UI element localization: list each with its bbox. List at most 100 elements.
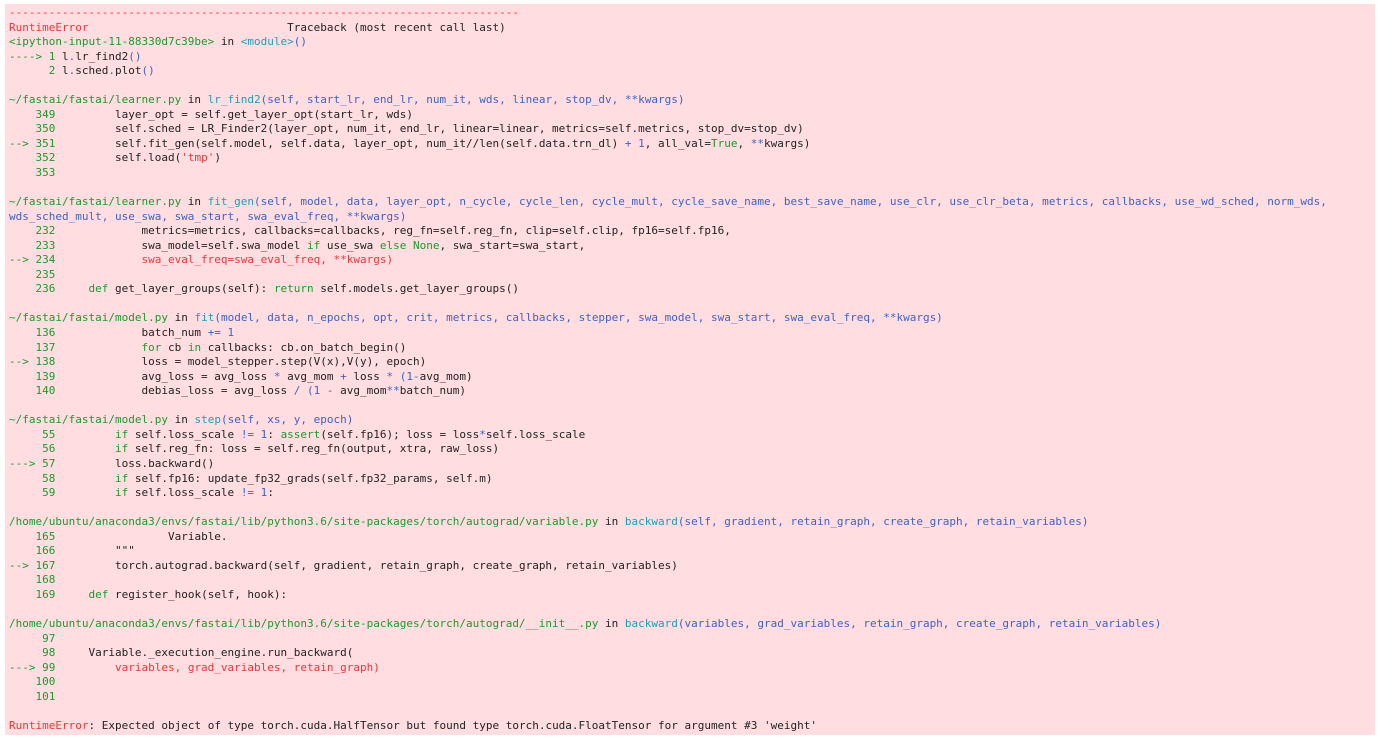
code-token: if (307, 238, 321, 252)
code-token: avg_mom) (419, 369, 473, 383)
code-token: backward (624, 515, 678, 529)
code-token: != 1 (240, 486, 268, 500)
code-token: plot (114, 64, 142, 78)
code-token: <ipython-input-11-88330d7c39be> (9, 35, 215, 49)
code-token: metrics=metrics, callbacks=callbacks, re… (141, 224, 731, 238)
code-token: in (167, 311, 195, 325)
code-token: , (737, 136, 751, 150)
code-token: RuntimeError (9, 20, 89, 34)
code-token: fit (194, 311, 215, 325)
code-token: return (273, 282, 314, 296)
code-token: (model, data, n_epochs, opt, crit, metri… (214, 311, 943, 325)
code-token: * (479, 427, 486, 441)
code-token: sched (75, 64, 109, 78)
traceback-line: --> 234 swa_eval_freq=swa_eval_freq, **k… (9, 253, 1375, 268)
code-token: in (187, 340, 202, 354)
traceback-output: ----------------------------------------… (5, 4, 1375, 735)
code-token: avg_mom (280, 369, 341, 383)
traceback-line (9, 399, 1375, 414)
code-token: (self, xs, y, epoch) (220, 413, 354, 427)
code-token: torch.autograd.backward(self, gradient, … (114, 558, 678, 572)
code-token: ** (750, 136, 765, 150)
code-token: 232 (9, 224, 142, 238)
code-token: != 1 (240, 427, 268, 441)
traceback-line: 353 (9, 166, 1375, 181)
code-token: 100 (9, 675, 56, 689)
traceback-line: 100 (9, 675, 1375, 690)
code-token: for (141, 340, 162, 354)
code-token: lr_find2 (207, 93, 261, 107)
code-token: kwargs) (764, 136, 811, 150)
traceback-line: 56 if self.reg_fn: loss = self.reg_fn(ou… (9, 442, 1375, 457)
code-token: self.load( (114, 151, 182, 165)
traceback-line: ----> 1 l.lr_find2() (9, 50, 1375, 65)
traceback-line (9, 602, 1375, 617)
code-token: RuntimeError (9, 718, 89, 732)
code-token: 136 (9, 326, 142, 340)
code-token: += 1 (207, 326, 235, 340)
traceback-line: 2 l.sched.plot() (9, 64, 1375, 79)
code-token: step (194, 413, 221, 427)
code-token: ~/fastai/fastai/model.py (9, 311, 168, 325)
code-token: """ (114, 544, 135, 558)
traceback-line: 232 metrics=metrics, callbacks=callbacks… (9, 224, 1375, 239)
code-token: get_layer_groups(self): (108, 282, 274, 296)
code-token: debias_loss = avg_loss (141, 384, 294, 398)
traceback-line: --> 138 loss = model_stepper.step(V(x),V… (9, 355, 1375, 370)
traceback-line: ~/fastai/fastai/model.py in step(self, x… (9, 413, 1375, 428)
code-token: lr_find2 (75, 49, 129, 63)
traceback-line: 137 for cb in callbacks: cb.on_batch_beg… (9, 341, 1375, 356)
code-token: loss.backward() (114, 456, 215, 470)
traceback-line: 350 self.sched = LR_Finder2(layer_opt, n… (9, 122, 1375, 137)
traceback-line: 236 def get_layer_groups(self): return s… (9, 282, 1375, 297)
code-token: ~/fastai/fastai/learner.py (9, 195, 182, 209)
traceback-line: 59 if self.loss_scale != 1: (9, 486, 1375, 501)
code-token: swa_model=self.swa_model (141, 238, 308, 252)
code-token: in (214, 35, 241, 49)
traceback-line: <ipython-input-11-88330d7c39be> in <modu… (9, 35, 1375, 50)
traceback-line (9, 501, 1375, 516)
code-token: ) (214, 151, 221, 165)
code-token: 97 (9, 631, 56, 645)
code-token: : (267, 427, 281, 441)
code-token: def (88, 282, 109, 296)
traceback-line: 349 layer_opt = self.get_layer_opt(start… (9, 108, 1375, 123)
code-token: in (181, 195, 208, 209)
code-token: Variable._execution_engine.run_backward( (88, 646, 354, 660)
code-token: (1- (399, 369, 420, 383)
code-token: in (598, 515, 625, 529)
code-token: : (267, 486, 274, 500)
code-token: /home/ubuntu/anaconda3/envs/fastai/lib/p… (9, 616, 599, 630)
code-token: (self, start_lr, end_lr, num_it, wds, li… (260, 93, 685, 107)
code-token: ----------------------------------------… (9, 6, 519, 19)
traceback-line: /home/ubuntu/anaconda3/envs/fastai/lib/p… (9, 515, 1375, 530)
code-token: (self.fp16); loss = loss (320, 427, 480, 441)
code-token: 59 (9, 486, 115, 500)
traceback-line: ---> 99 variables, grad_variables, retai… (9, 661, 1375, 676)
code-token: 169 (9, 587, 89, 601)
code-token: 349 (9, 107, 115, 121)
code-token: register_hook(self, hook): (108, 587, 288, 601)
code-token: ---> 99 (9, 660, 115, 674)
code-token: in (598, 616, 625, 630)
code-token: () (128, 49, 142, 63)
code-token: else (379, 238, 407, 252)
code-token: 58 (9, 471, 115, 485)
code-token: , swa_start=swa_start, (439, 238, 586, 252)
traceback-line (9, 79, 1375, 94)
code-token: : Expected object of type torch.cuda.Hal… (88, 718, 817, 732)
code-token: callbacks: cb.on_batch_begin() (201, 340, 407, 354)
code-token: self.reg_fn: loss = self.reg_fn(output, … (128, 442, 500, 456)
code-token: self.models.get_layer_groups() (313, 282, 519, 296)
code-token: + 1 (624, 136, 645, 150)
code-token: fit_gen (207, 195, 255, 209)
code-token: ** (386, 384, 400, 398)
traceback-line: ---> 57 loss.backward() (9, 457, 1375, 472)
traceback-line: 98 Variable._execution_engine.run_backwa… (9, 646, 1375, 661)
code-token: 350 (9, 122, 115, 136)
traceback-line (9, 181, 1375, 196)
code-token: 168 (9, 573, 56, 587)
code-token: 166 (9, 544, 115, 558)
code-token: use_swa (320, 238, 380, 252)
